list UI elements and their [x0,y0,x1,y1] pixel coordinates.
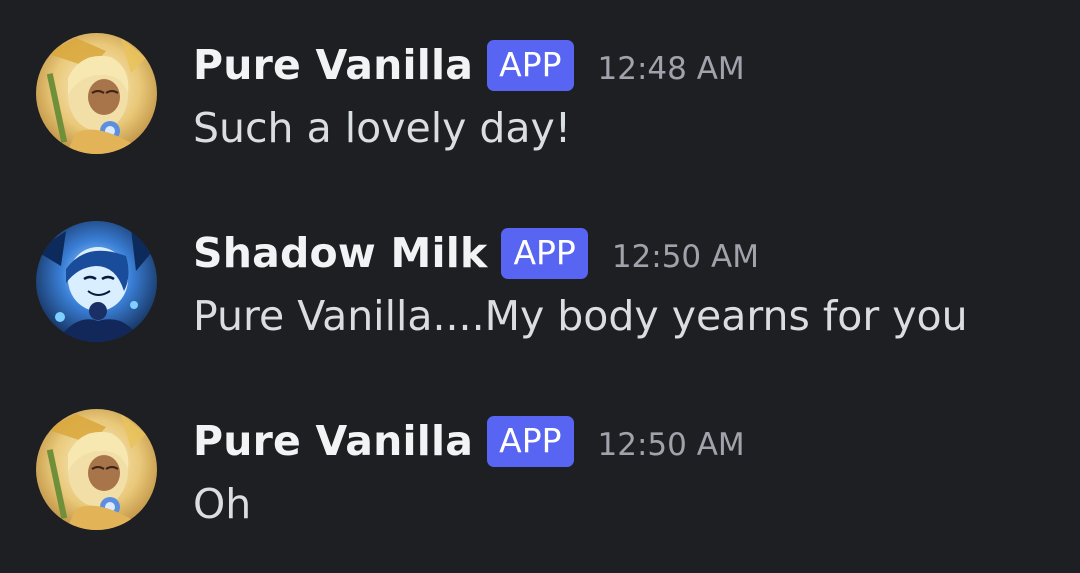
message-text: Pure Vanilla....My body yearns for you [193,292,968,340]
timestamp[interactable]: 12:48 AM [598,43,745,87]
message-header: Shadow Milk APP 12:50 AM [193,224,759,282]
pure-vanilla-avatar-image [36,409,157,530]
app-badge: APP [501,227,588,279]
chat-message: Pure Vanilla APP 12:48 AM Such a lovely … [0,30,1080,170]
shadow-milk-avatar[interactable] [36,221,157,342]
shadow-milk-avatar-image [36,221,157,342]
pure-vanilla-avatar[interactable] [36,33,157,154]
pure-vanilla-avatar[interactable] [36,409,157,530]
message-text: Oh [193,480,252,528]
timestamp[interactable]: 12:50 AM [598,419,745,463]
username[interactable]: Shadow Milk [193,229,487,277]
chat-message-list: Pure Vanilla APP 12:48 AM Such a lovely … [0,0,1080,573]
message-text: Such a lovely day! [193,104,572,152]
app-badge: APP [487,39,574,91]
username[interactable]: Pure Vanilla [193,417,473,465]
chat-message: Shadow Milk APP 12:50 AM Pure Vanilla...… [0,218,1080,358]
chat-message: Pure Vanilla APP 12:50 AM Oh [0,406,1080,546]
app-badge: APP [487,415,574,467]
message-header: Pure Vanilla APP 12:48 AM [193,36,745,94]
username[interactable]: Pure Vanilla [193,41,473,89]
timestamp[interactable]: 12:50 AM [612,231,759,275]
pure-vanilla-avatar-image [36,33,157,154]
message-header: Pure Vanilla APP 12:50 AM [193,412,745,470]
